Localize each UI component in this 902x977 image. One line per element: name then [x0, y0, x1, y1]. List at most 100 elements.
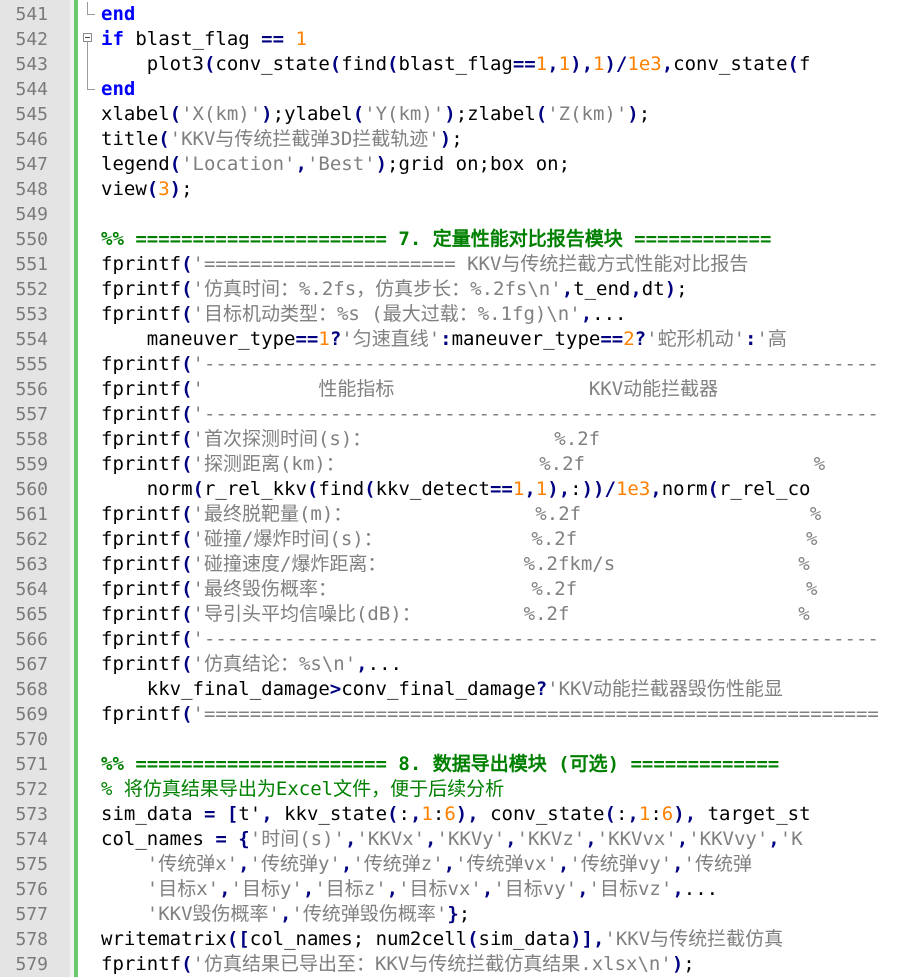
code-text[interactable]: fprintf('-------------------------------…: [101, 627, 879, 652]
code-line[interactable]: 575 '传统弹x','传统弹y','传统弹z','传统弹vx','传统弹vy'…: [0, 852, 902, 877]
code-text[interactable]: '目标x','目标y','目标z','目标vx','目标vy','目标vz',.…: [101, 877, 718, 902]
code-line[interactable]: 542 if blast_flag == 1: [0, 27, 902, 52]
code-token: 1: [295, 28, 307, 50]
code-text[interactable]: fprintf('====================== KKV与传统拦截…: [101, 252, 748, 277]
code-line[interactable]: 562 fprintf('碰撞/爆炸时间(s)： %.2f %: [0, 527, 902, 552]
code-text[interactable]: norm(r_rel_kkv(find(kkv_detect==1,1),:))…: [101, 477, 811, 502]
code-line[interactable]: 546 title('KKV与传统拦截弹3D拦截轨迹');: [0, 127, 902, 152]
code-text[interactable]: end: [101, 77, 135, 102]
code-line[interactable]: 558 fprintf('首次探测时间(s)： %.2f: [0, 427, 902, 452]
line-number: 565: [15, 604, 48, 625]
code-line[interactable]: 544 end: [0, 77, 902, 102]
code-text[interactable]: writematrix([col_names; num2cell(sim_dat…: [101, 927, 783, 952]
line-number: 552: [15, 279, 48, 300]
code-line[interactable]: 549: [0, 202, 902, 227]
code-token: ,: [768, 828, 780, 850]
code-text[interactable]: title('KKV与传统拦截弹3D拦截轨迹');: [101, 127, 463, 152]
code-token: '传统弹毁伤概率': [291, 903, 448, 925]
code-text[interactable]: fprintf('目标机动类型：%s (最大过载：%.1fg)\n',...: [101, 302, 626, 327]
code-line[interactable]: 570: [0, 727, 902, 752]
code-text[interactable]: fprintf('-------------------------------…: [101, 402, 879, 427]
code-text[interactable]: fprintf('导引头平均信噪比(dB)： %.2f %: [101, 602, 810, 627]
code-line[interactable]: 553 fprintf('目标机动类型：%s (最大过载：%.1fg)\n',..…: [0, 302, 902, 327]
code-text[interactable]: fprintf('仿真时间：%.2fs，仿真步长：%.2fs\n',t_end,…: [101, 277, 688, 302]
code-line[interactable]: 551 fprintf('====================== KKV与传…: [0, 252, 902, 277]
code-token: ): [439, 128, 452, 150]
code-line[interactable]: 563 fprintf('碰撞速度/爆炸距离： %.2fkm/s %: [0, 552, 902, 577]
code-line[interactable]: 545 xlabel('X(km)');ylabel('Y(km)');zlabe…: [0, 102, 902, 127]
code-token: ==: [295, 328, 319, 350]
code-line[interactable]: 554 maneuver_type==1?'匀速直线':maneuver_typ…: [0, 327, 902, 352]
code-line[interactable]: 564 fprintf('最终毁伤概率： %.2f %: [0, 577, 902, 602]
code-line[interactable]: 565 fprintf('导引头平均信噪比(dB)： %.2f %: [0, 602, 902, 627]
code-line[interactable]: 552 fprintf('仿真时间：%.2fs，仿真步长：%.2fs\n',t_e…: [0, 277, 902, 302]
code-text[interactable]: legend('Location','Best');grid on;box on…: [101, 152, 570, 177]
code-text[interactable]: '传统弹x','传统弹y','传统弹z','传统弹vx','传统弹vy','传统…: [101, 852, 752, 877]
code-text[interactable]: fprintf(' 性能指标 KKV动能拦截器: [101, 377, 718, 402]
code-text[interactable]: fprintf('最终毁伤概率： %.2f %: [101, 577, 817, 602]
code-editor[interactable]: 541 end 542 if blast_flag == 1 543 plot3(con…: [0, 0, 902, 977]
code-text[interactable]: %% ====================== 7. 定量性能对比报告模块 …: [101, 227, 771, 252]
code-line[interactable]: 568 kkv_final_damage>conv_final_damage?'…: [0, 677, 902, 702]
code-text[interactable]: fprintf('碰撞速度/爆炸距离： %.2fkm/s %: [101, 552, 810, 577]
code-line[interactable]: 573 sim_data = [t', kkv_state(:,1:6), con…: [0, 802, 902, 827]
code-token: ;ylabel: [272, 103, 353, 125]
code-token: '传统弹x': [146, 853, 239, 875]
code-text[interactable]: fprintf('首次探测时间(s)： %.2f: [101, 427, 600, 452]
code-text[interactable]: plot3(conv_state(find(blast_flag==1,1),1…: [101, 52, 811, 77]
code-line[interactable]: 556 fprintf(' 性能指标 KKV动能拦截器: [0, 377, 902, 402]
code-line[interactable]: 560 norm(r_rel_kkv(find(kkv_detect==1,1)…: [0, 477, 902, 502]
code-line[interactable]: 572 % 将仿真结果导出为Excel文件，便于后续分析: [0, 777, 902, 802]
code-line[interactable]: 543 plot3(conv_state(find(blast_flag==1,…: [0, 52, 902, 77]
code-line[interactable]: 548 view(3);: [0, 177, 902, 202]
code-line[interactable]: 579 fprintf('仿真结果已导出至：KKV与传统拦截仿真结果.xlsx\n…: [0, 952, 902, 977]
code-line[interactable]: 576 '目标x','目标y','目标z','目标vx','目标vy','目标v…: [0, 877, 902, 902]
code-token: 1e3: [627, 53, 662, 75]
code-token: ,: [356, 653, 368, 675]
code-token: ==: [489, 478, 513, 500]
code-text[interactable]: col_names = {'时间(s)','KKVx','KKVy','KKVz…: [101, 827, 803, 852]
code-line[interactable]: 557 fprintf('----------------------------…: [0, 402, 902, 427]
code-text[interactable]: sim_data = [t', kkv_state(:,1:6), conv_s…: [101, 802, 811, 827]
code-token: '最终脱靶量(m)： %.2f %: [192, 503, 822, 525]
code-token: 1: [593, 53, 605, 75]
code-line[interactable]: 571 %% ====================== 8. 数据导出模块 (…: [0, 752, 902, 777]
code-line[interactable]: 561 fprintf('最终脱靶量(m)： %.2f %: [0, 502, 902, 527]
code-text[interactable]: fprintf('仿真结论：%s\n',...: [101, 652, 402, 677]
code-text[interactable]: if blast_flag == 1: [101, 27, 307, 52]
code-token: 1: [318, 328, 330, 350]
code-text[interactable]: xlabel('X(km)');ylabel('Y(km)');zlabel('…: [101, 102, 650, 127]
code-line[interactable]: 574 col_names = {'时间(s)','KKVx','KKVy','K…: [0, 827, 902, 852]
code-text[interactable]: 'KKV毁伤概率','传统弹毁伤概率'};: [101, 902, 470, 927]
code-text[interactable]: fprintf('探测距离(km)： %.2f %: [101, 452, 825, 477]
fold-toggle-icon[interactable]: [80, 27, 96, 52]
code-text[interactable]: fprintf('-------------------------------…: [101, 352, 879, 377]
code-text[interactable]: kkv_final_damage>conv_final_damage?'KKV动…: [101, 677, 783, 702]
code-line[interactable]: 566 fprintf('----------------------------…: [0, 627, 902, 652]
line-number: 560: [15, 479, 48, 500]
code-text[interactable]: fprintf('最终脱靶量(m)： %.2f %: [101, 502, 821, 527]
code-token: 1e3: [615, 478, 651, 500]
code-text[interactable]: fprintf('仿真结果已导出至：KKV与传统拦截仿真结果.xlsx\n');: [101, 952, 695, 977]
code-text[interactable]: %% ====================== 8. 数据导出模块 (可选)…: [101, 752, 779, 777]
code-line[interactable]: 547 legend('Location','Best');grid on;box…: [0, 152, 902, 177]
code-token: ): [547, 478, 559, 500]
code-text[interactable]: fprintf('===============================…: [101, 702, 879, 727]
code-line[interactable]: 559 fprintf('探测距离(km)： %.2f %: [0, 452, 902, 477]
code-line[interactable]: 578 writematrix([col_names; num2cell(sim_…: [0, 927, 902, 952]
code-line[interactable]: 541 end: [0, 2, 902, 27]
code-text[interactable]: maneuver_type==1?'匀速直线':maneuver_type==2…: [101, 327, 787, 352]
code-line[interactable]: 577 'KKV毁伤概率','传统弹毁伤概率'};: [0, 902, 902, 927]
code-text[interactable]: end: [101, 2, 135, 27]
code-token: '传统弹y': [249, 853, 341, 875]
code-token: fprintf: [101, 553, 182, 575]
code-line[interactable]: 555 fprintf('----------------------------…: [0, 352, 902, 377]
code-line[interactable]: 550 %% ====================== 7. 定量性能对比报告…: [0, 227, 902, 252]
code-text[interactable]: view(3);: [101, 177, 193, 202]
code-token: (: [181, 403, 193, 425]
code-token: '仿真时间：%.2fs，仿真步长：%.2fs\n': [192, 278, 562, 300]
code-text[interactable]: % 将仿真结果导出为Excel文件，便于后续分析: [101, 777, 504, 802]
code-line[interactable]: 567 fprintf('仿真结论：%s\n',...: [0, 652, 902, 677]
code-text[interactable]: fprintf('碰撞/爆炸时间(s)： %.2f %: [101, 527, 817, 552]
code-line[interactable]: 569 fprintf('============================…: [0, 702, 902, 727]
